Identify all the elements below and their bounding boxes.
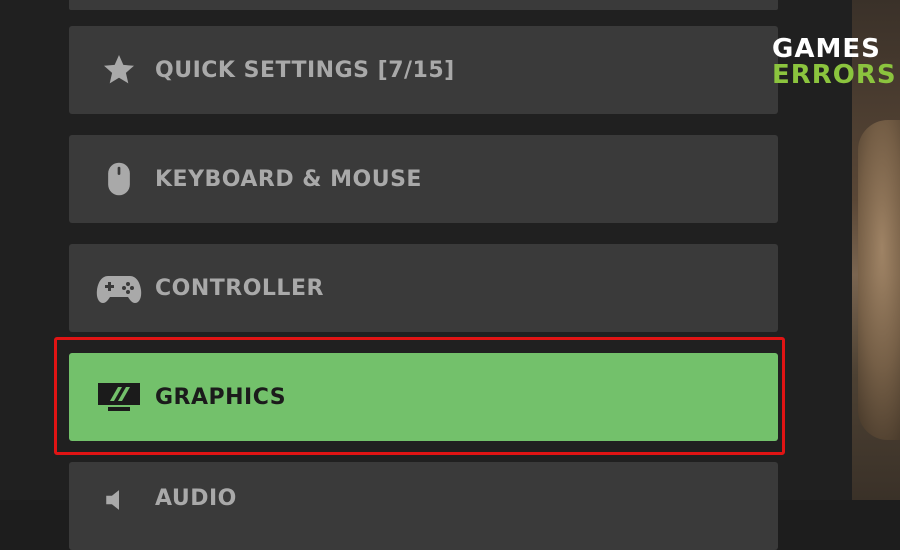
- menu-item-quick-settings[interactable]: QUICK SETTINGS [7/15]: [69, 26, 778, 114]
- menu-item-audio[interactable]: AUDIO: [69, 462, 778, 550]
- menu-item-label: CONTROLLER: [155, 275, 324, 301]
- star-icon: [95, 50, 143, 90]
- settings-menu-panel: QUICK SETTINGS [7/15] KEYBOARD & MOUSE C…: [0, 0, 852, 550]
- menu-item-label: AUDIO: [155, 486, 237, 511]
- menu-item-label: KEYBOARD & MOUSE: [155, 166, 422, 192]
- mouse-icon: [95, 159, 143, 199]
- logo-line-games: GAMES: [772, 34, 881, 64]
- previous-menu-item-edge[interactable]: [69, 0, 778, 10]
- logo-line-errors: ERRORS: [772, 60, 897, 90]
- menu-item-keyboard-mouse[interactable]: KEYBOARD & MOUSE: [69, 135, 778, 223]
- menu-item-graphics[interactable]: GRAPHICS: [69, 353, 778, 441]
- menu-item-controller[interactable]: CONTROLLER: [69, 244, 778, 332]
- monitor-icon: [95, 377, 143, 417]
- games-errors-logo: GAMES ERRORS: [772, 34, 897, 90]
- gamepad-icon: [95, 268, 143, 308]
- character-figure: [858, 120, 900, 440]
- menu-item-label: QUICK SETTINGS [7/15]: [155, 57, 455, 83]
- speaker-icon: [95, 480, 143, 520]
- menu-item-label: GRAPHICS: [155, 384, 287, 410]
